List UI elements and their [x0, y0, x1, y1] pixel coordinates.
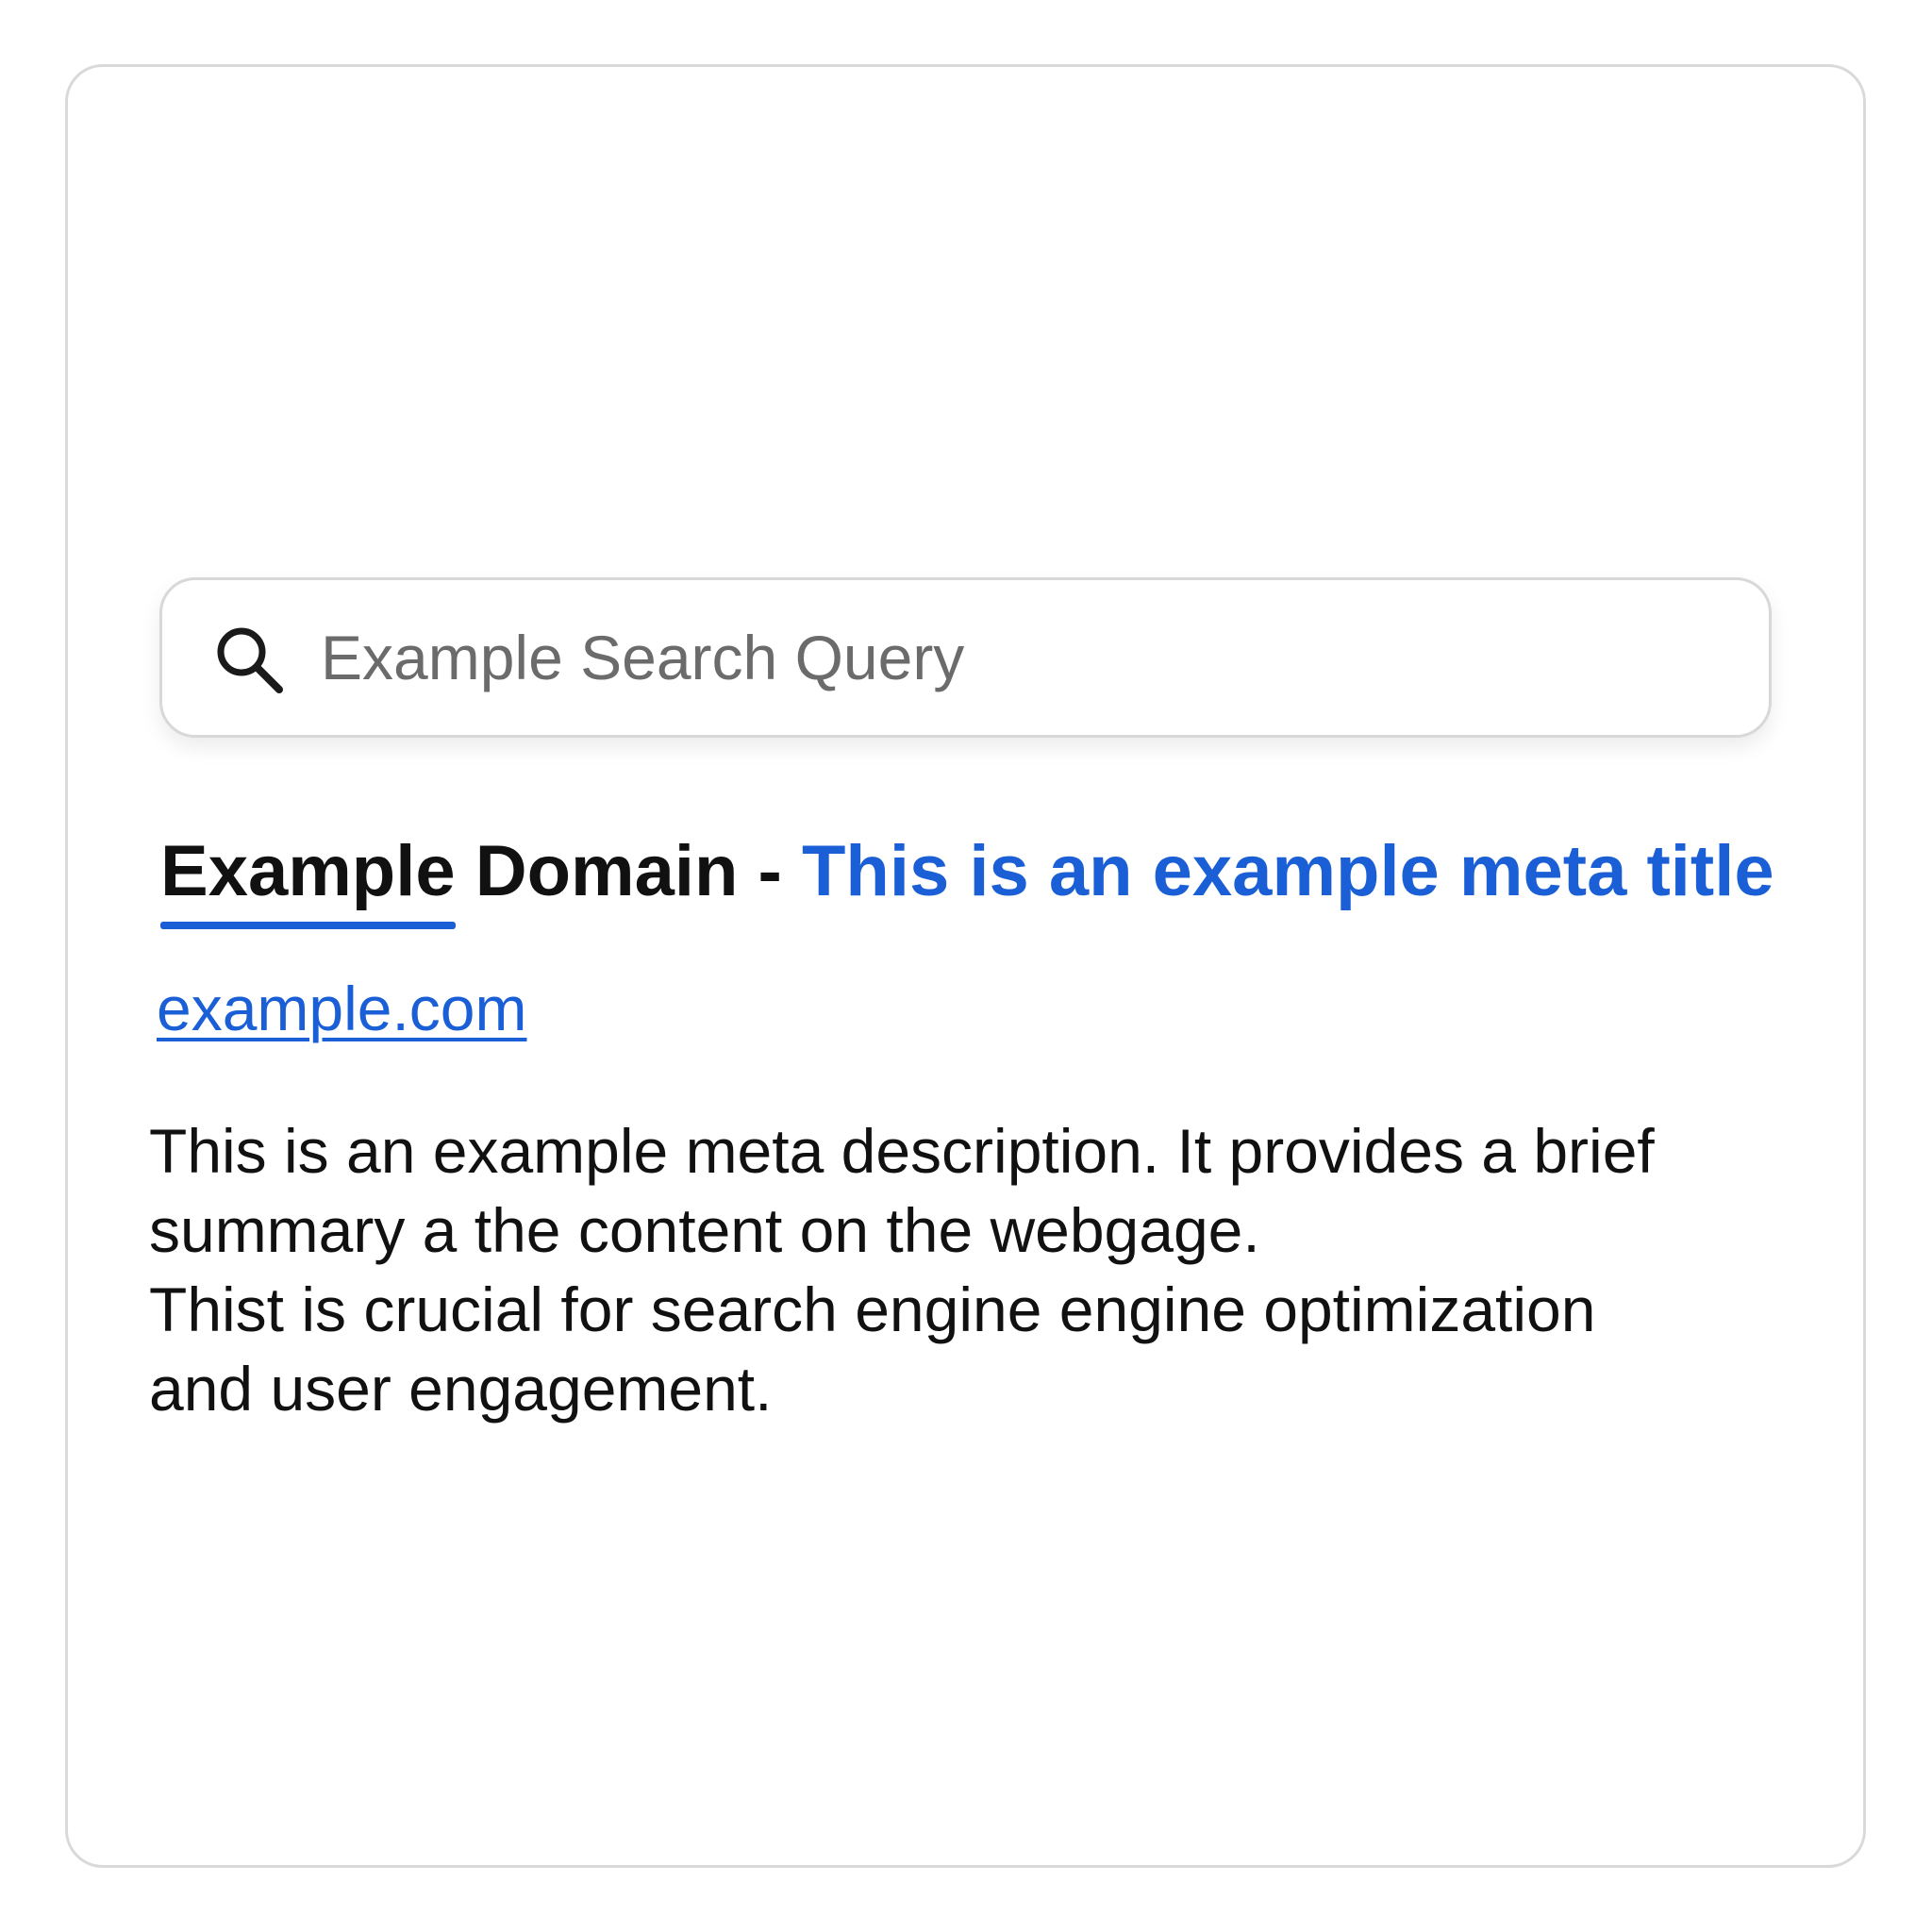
result-card	[65, 64, 1866, 1868]
result-url-link[interactable]: example.com	[157, 972, 527, 1046]
title-meta-text[interactable]: This is an example meta title	[802, 831, 1774, 911]
result-title[interactable]: Example Domain - This is an example meta…	[160, 830, 1858, 930]
search-icon[interactable]	[211, 622, 289, 699]
description-line: summary a the content on the webgage.	[149, 1195, 1260, 1265]
description-line: This is an example meta description. It …	[149, 1116, 1655, 1186]
search-bar[interactable]	[159, 577, 1772, 738]
search-input[interactable]	[321, 599, 1736, 716]
description-line: and user engagement.	[149, 1354, 773, 1424]
title-site-name-rest[interactable]: Domain -	[475, 831, 782, 911]
title-site-name-first-word[interactable]: Example	[160, 830, 456, 930]
result-description: This is an example meta description. It …	[149, 1111, 1753, 1428]
description-line: Thist is crucial for search engine engin…	[149, 1274, 1596, 1344]
